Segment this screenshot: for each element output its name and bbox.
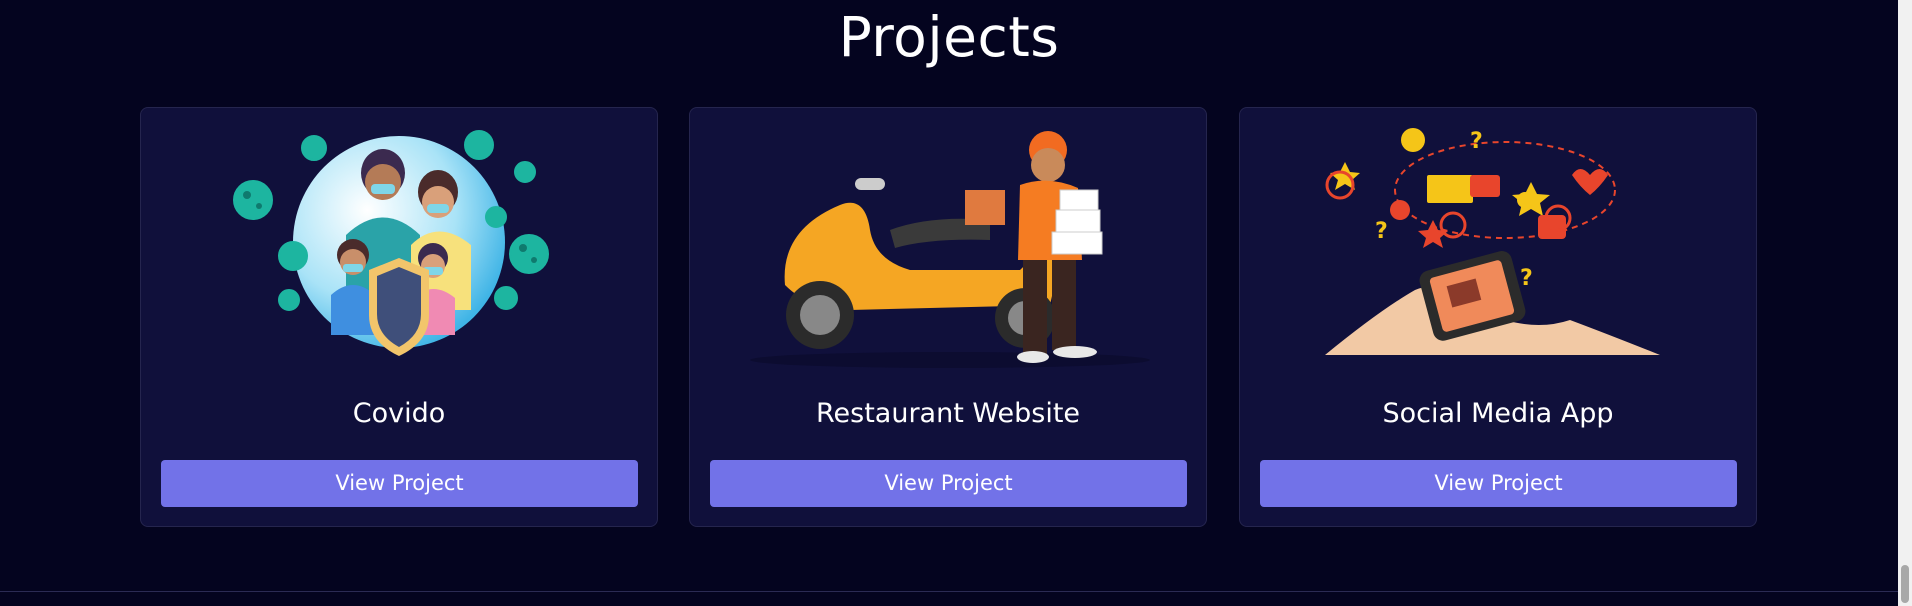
scrollbar-thumb[interactable] xyxy=(1901,565,1909,603)
family-virus-shield-illustration xyxy=(141,120,657,380)
delivery-scooter-illustration xyxy=(690,120,1206,380)
section-title: Projects xyxy=(838,5,1060,69)
view-project-button-social-media-app[interactable]: View Project xyxy=(1260,460,1737,507)
project-title: Restaurant Website xyxy=(815,398,1081,429)
scrollbar[interactable] xyxy=(1898,0,1912,606)
svg-text:?: ? xyxy=(1470,129,1483,154)
section-divider xyxy=(0,591,1898,592)
view-project-button-restaurant-website[interactable]: View Project xyxy=(710,460,1187,507)
svg-text:?: ? xyxy=(1520,266,1533,291)
project-card-covido: Covido View Project xyxy=(140,107,658,527)
project-title: Covido xyxy=(352,398,446,429)
view-project-button-covido[interactable]: View Project xyxy=(161,460,638,507)
project-card-restaurant-website: Restaurant Website View Project xyxy=(689,107,1207,527)
project-card-social-media-app: ?? ? Social Media App View Project xyxy=(1239,107,1757,527)
phone-social-icons-illustration: ?? ? xyxy=(1240,120,1756,380)
project-title: Social Media App xyxy=(1382,398,1614,429)
svg-text:?: ? xyxy=(1375,219,1388,244)
